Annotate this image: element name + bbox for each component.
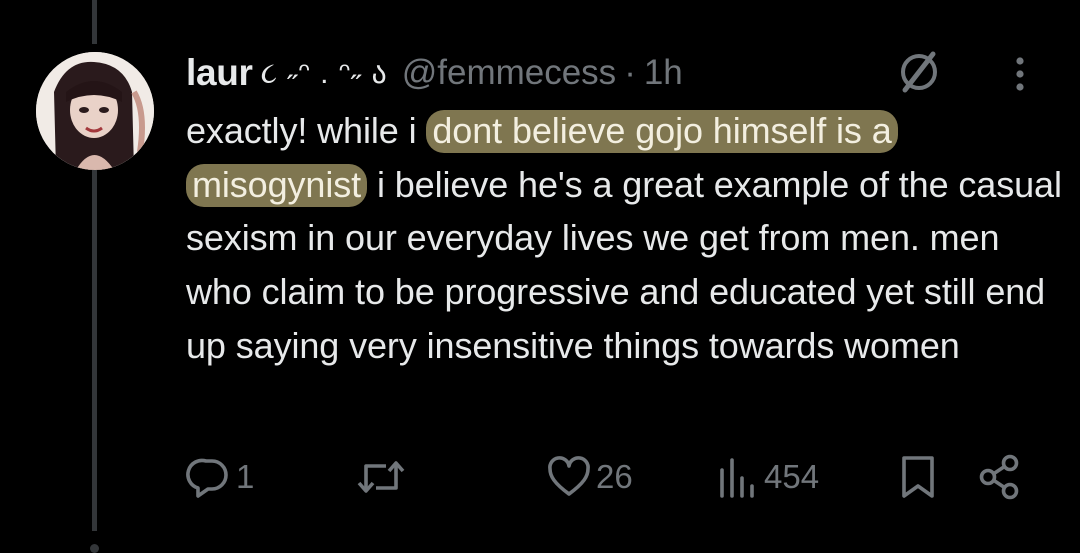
name-decoration: ૮ ˶ᵔ . ᵔ˶ ა	[260, 56, 388, 90]
views-button[interactable]: 454	[716, 452, 819, 502]
share-icon	[978, 454, 1022, 500]
share-button[interactable]	[978, 452, 1022, 502]
more-icon[interactable]	[1006, 52, 1034, 96]
tweet-header: laur ૮ ˶ᵔ . ᵔ˶ ა @femmecess · 1h	[186, 48, 683, 98]
header-separator: ·	[624, 53, 636, 92]
timestamp[interactable]: 1h	[644, 53, 683, 93]
like-button[interactable]: 26	[546, 452, 633, 502]
reply-icon	[186, 454, 232, 500]
tweet-text-before: exactly! while i	[186, 110, 427, 151]
views-count: 454	[764, 458, 820, 495]
user-handle[interactable]: @femmecess	[402, 53, 616, 93]
avatar[interactable]	[36, 52, 154, 170]
bookmark-button[interactable]	[898, 452, 938, 502]
like-count: 26	[596, 458, 633, 495]
reply-button[interactable]: 1	[186, 452, 254, 502]
display-name[interactable]: laur	[186, 52, 253, 94]
like-icon	[546, 454, 592, 500]
retweet-icon	[356, 454, 406, 500]
views-icon	[716, 454, 760, 500]
tweet-text: exactly! while i dont believe gojo himse…	[186, 104, 1066, 373]
action-bar: 1 26 454	[186, 452, 1066, 502]
thread-line-top	[92, 0, 97, 44]
bookmark-icon	[898, 454, 938, 500]
reply-count: 1	[236, 458, 255, 495]
grok-icon[interactable]	[895, 48, 943, 96]
repost-button[interactable]	[356, 452, 410, 502]
thread-line-bottom	[92, 166, 97, 531]
thread-line-end	[90, 544, 99, 553]
